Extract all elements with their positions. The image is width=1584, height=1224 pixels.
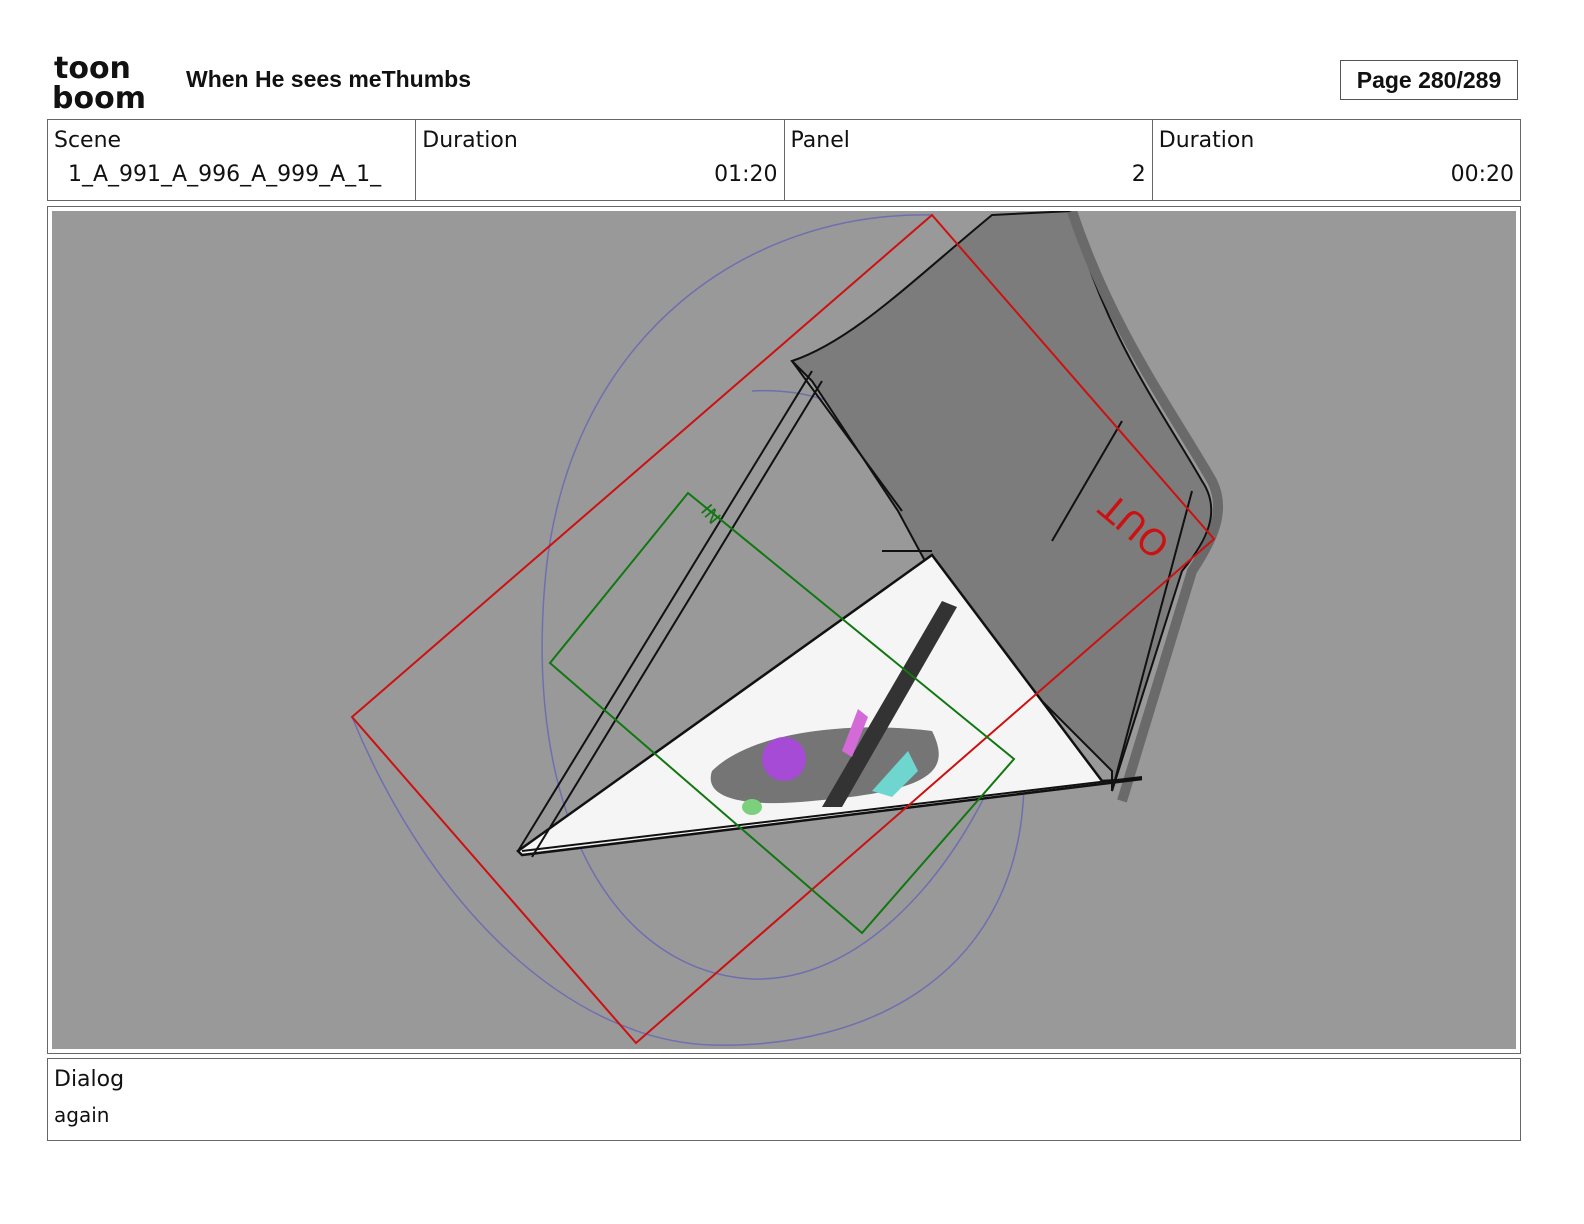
panel-duration-cell: Duration 00:20 — [1153, 120, 1520, 200]
scene-label: Scene — [54, 128, 122, 153]
character-green — [742, 799, 762, 815]
scene-duration-cell: Duration 01:20 — [416, 120, 785, 200]
panel-image-frame: OUT IN — [47, 206, 1521, 1054]
document-title: When He sees meThumbs — [186, 66, 472, 92]
scene-duration-label: Duration — [422, 128, 518, 153]
panel-cell: Panel 2 — [785, 120, 1153, 200]
scene-cell: Scene 1_A_991_A_996_A_999_A_1_ — [48, 120, 417, 200]
scene-duration-value: 01:20 — [714, 162, 778, 187]
storyboard-panel-drawing: OUT IN — [52, 211, 1516, 1049]
dialog-text: again — [54, 1103, 110, 1127]
scene-value: 1_A_991_A_996_A_999_A_1_ — [68, 162, 382, 187]
dialog-label: Dialog — [54, 1067, 125, 1092]
scene-info-table: Scene 1_A_991_A_996_A_999_A_1_ Duration … — [47, 119, 1521, 201]
panel-duration-value: 00:20 — [1450, 162, 1514, 187]
toonboom-logo: toon boom — [52, 52, 146, 112]
panel-background — [52, 211, 1516, 1049]
panel-label: Panel — [790, 128, 850, 153]
page-number: Page 280/289 — [1340, 60, 1518, 100]
dialog-box: Dialog again — [47, 1058, 1521, 1141]
character-purple — [762, 737, 806, 781]
panel-value: 2 — [1131, 162, 1146, 187]
panel-duration-label: Duration — [1158, 128, 1255, 153]
logo-line-2: boom — [52, 81, 146, 112]
